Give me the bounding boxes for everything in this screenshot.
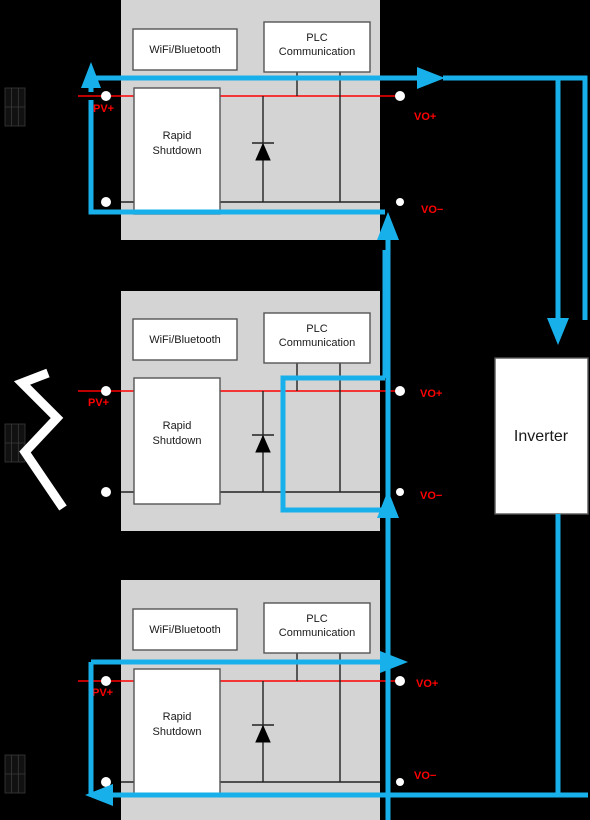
module-1-vo-neg-terminal bbox=[396, 198, 404, 206]
blue-wire-to-inverter bbox=[443, 75, 588, 345]
module-2-vo-neg-terminal bbox=[396, 488, 404, 496]
arrow-icon bbox=[547, 318, 569, 345]
inverter-label: Inverter bbox=[514, 428, 569, 445]
module-3-plc-label-line1: PLC bbox=[306, 613, 327, 625]
module-1-pv-neg-terminal bbox=[101, 197, 111, 207]
module-1-pv-terminal bbox=[101, 91, 111, 101]
diagram-canvas: WiFi/Bluetooth PLC Communication Rapid S… bbox=[0, 0, 590, 820]
module-3-wifi-label: WiFi/Bluetooth bbox=[149, 624, 221, 636]
solar-panel-icon bbox=[4, 87, 26, 127]
module-3-vo-neg-terminal bbox=[396, 778, 404, 786]
module-3-plc-label-line2: Communication bbox=[279, 627, 355, 639]
blue-wire-top-to-inverter bbox=[443, 75, 588, 320]
zigzag-break-icon bbox=[13, 368, 67, 511]
arrow-icon bbox=[417, 67, 445, 89]
module-2-plc-label-line2: Communication bbox=[279, 337, 355, 349]
arrow-icon bbox=[380, 651, 408, 673]
module-3-rsd-label-line1: Rapid bbox=[163, 711, 192, 723]
module-2-pv-label: PV+ bbox=[88, 397, 109, 409]
module-3: WiFi/Bluetooth PLC Communication Rapid S… bbox=[78, 580, 438, 820]
module-2-plc-label-line1: PLC bbox=[306, 323, 327, 335]
module-1-wifi-label: WiFi/Bluetooth bbox=[149, 44, 221, 56]
module-1-rsd-label-line1: Rapid bbox=[163, 130, 192, 142]
module-1-plc-label-line2: Communication bbox=[279, 46, 355, 58]
arrow-icon bbox=[377, 490, 399, 518]
solar-panel-icon bbox=[4, 754, 26, 794]
module-2-vo-neg-label: VO− bbox=[420, 490, 442, 502]
module-2-rsd-label-line1: Rapid bbox=[163, 420, 192, 432]
module-3-rsd-label-line2: Shutdown bbox=[153, 726, 202, 738]
module-3-pv-terminal bbox=[101, 676, 111, 686]
wiring-diagram: WiFi/Bluetooth PLC Communication Rapid S… bbox=[4, 0, 589, 820]
module-1-pv-label: PV+ bbox=[93, 103, 114, 115]
module-3-pv-label: PV+ bbox=[92, 687, 113, 699]
module-2-wifi-label: WiFi/Bluetooth bbox=[149, 334, 221, 346]
module-2-pv-neg-terminal bbox=[101, 487, 111, 497]
module-2-pv-terminal bbox=[101, 386, 111, 396]
module-2-rsd-label-line2: Shutdown bbox=[153, 435, 202, 447]
module-1-rsd-label-line2: Shutdown bbox=[153, 145, 202, 157]
arrow-icon bbox=[81, 62, 101, 88]
module-1: WiFi/Bluetooth PLC Communication Rapid S… bbox=[78, 0, 443, 240]
module-3-vo-pos-label: VO+ bbox=[416, 678, 438, 690]
module-3-vo-pos-terminal bbox=[395, 676, 405, 686]
module-1-vo-pos-label: VO+ bbox=[414, 111, 436, 123]
solar-panel-icon bbox=[4, 423, 26, 463]
module-2-vo-pos-terminal bbox=[395, 386, 405, 396]
inverter: Inverter bbox=[494, 357, 589, 515]
module-1-vo-pos-terminal bbox=[395, 91, 405, 101]
module-1-plc-label-line1: PLC bbox=[306, 32, 327, 44]
module-1-vo-neg-label: VO− bbox=[421, 204, 443, 216]
module-3-vo-neg-label: VO− bbox=[414, 770, 436, 782]
arrow-icon bbox=[377, 212, 399, 240]
module-2-vo-pos-label: VO+ bbox=[420, 388, 442, 400]
